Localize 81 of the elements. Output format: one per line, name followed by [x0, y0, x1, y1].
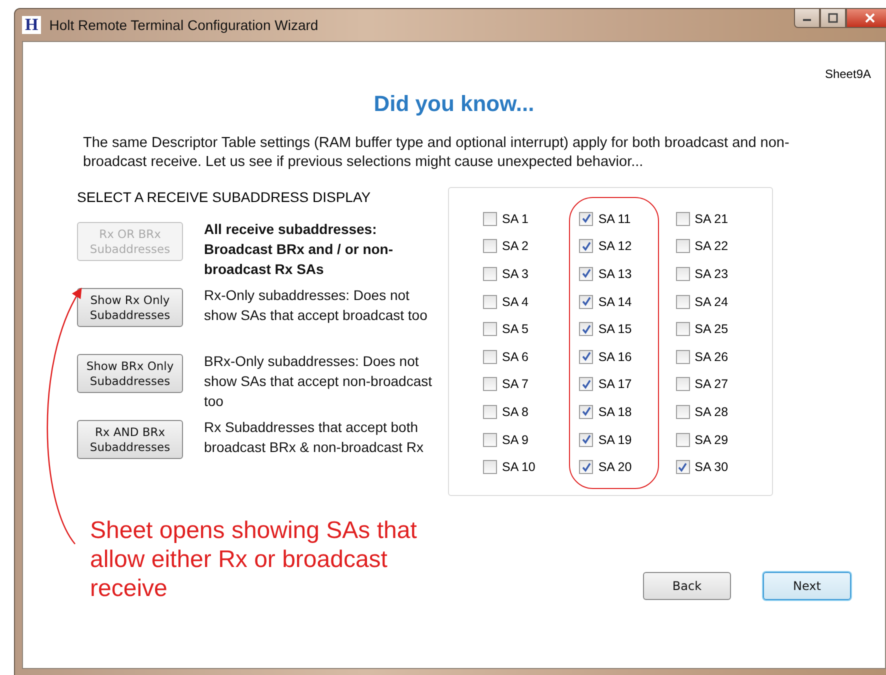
checkbox[interactable] [483, 212, 497, 226]
checkbox-label: SA 13 [598, 266, 632, 281]
maximize-button[interactable] [820, 9, 846, 28]
checkbox-label: SA 1 [502, 212, 528, 226]
checkbox[interactable] [483, 266, 497, 281]
app-logo: H [22, 16, 42, 34]
maximize-icon [827, 13, 839, 23]
option-description: Rx-Only subaddresses: Does not show SAs that accept broadcast too [204, 286, 428, 325]
checkbox-label: SA 22 [694, 239, 728, 254]
checkbox-label: SA 21 [694, 212, 728, 226]
checkbox[interactable] [483, 294, 497, 309]
checkbox-label: SA 8 [502, 404, 528, 419]
checkbox[interactable] [483, 239, 497, 254]
intro-text: The same Descriptor Table settings (RAM buffer type and optional interrupt) apply for both broadcast and non-broadcast receive. Let us see if previous selections might cause unexpected behavior... [83, 134, 790, 172]
option-description: BRx-Only subaddresses: Does not show SAs that accept non-broadcast too [204, 352, 434, 411]
checkbox-label: SA 11 [598, 212, 631, 226]
checkbox[interactable] [676, 404, 690, 419]
option-description: Rx Subaddresses that accept both broadcast BRx & non-broadcast Rx [204, 418, 424, 457]
section-label: SELECT A RECEIVE SUBADDRESS DISPLAY [77, 189, 372, 205]
checkbox-label: SA 15 [598, 322, 632, 336]
nav-button[interactable]: Back [643, 572, 731, 600]
checkbox[interactable] [579, 294, 594, 309]
checkbox[interactable] [676, 239, 690, 254]
checkbox-label: SA 2 [502, 239, 528, 254]
nav-button[interactable]: Next [763, 572, 851, 600]
checkbox-label: SA 24 [694, 294, 728, 309]
checkbox-label: SA 6 [502, 350, 528, 364]
window-title: Holt Remote Terminal Configuration Wizard [49, 17, 318, 33]
checkbox[interactable] [579, 350, 594, 364]
checkbox[interactable] [579, 377, 594, 392]
checkbox-label: SA 25 [694, 322, 728, 336]
checkbox-label: SA 12 [598, 239, 632, 254]
checkbox-label: SA 9 [502, 432, 528, 447]
checkbox[interactable] [483, 322, 497, 336]
checkbox[interactable] [676, 266, 690, 281]
checkbox-label: SA 30 [694, 460, 728, 474]
checkbox-label: SA 18 [598, 404, 632, 419]
checkbox-label: SA 17 [598, 377, 632, 392]
checkbox[interactable] [676, 322, 690, 336]
close-button[interactable] [846, 9, 886, 28]
checkbox[interactable] [579, 432, 594, 447]
checkbox-label: SA 16 [598, 350, 632, 364]
checkbox[interactable] [579, 266, 594, 281]
checkbox-label: SA 26 [694, 350, 728, 364]
checkbox[interactable] [483, 460, 497, 474]
checkbox[interactable] [676, 294, 690, 309]
checkbox-label: SA 19 [598, 432, 632, 447]
display-button[interactable]: Rx AND BRx Subaddresses [77, 420, 183, 459]
checkbox[interactable] [579, 404, 594, 419]
checkbox[interactable] [579, 212, 594, 226]
checkbox-label: SA 23 [694, 266, 728, 281]
checkbox[interactable] [483, 377, 497, 392]
sheet-label: Sheet9A [824, 67, 871, 81]
close-icon [864, 13, 876, 23]
checkbox-label: SA 14 [598, 294, 632, 309]
checkbox[interactable] [579, 322, 594, 336]
minimize-button[interactable] [794, 9, 820, 28]
checkbox-label: SA 3 [502, 266, 528, 281]
annotation-text: Sheet opens showing SAs that allow either Rx or broadcast receive [90, 516, 418, 603]
checkbox[interactable] [676, 350, 690, 364]
checkbox[interactable] [579, 239, 594, 254]
checkbox[interactable] [579, 460, 594, 474]
checkbox-label: SA 4 [502, 294, 528, 309]
checkbox[interactable] [483, 432, 497, 447]
checkbox-label: SA 20 [598, 460, 632, 474]
display-button[interactable]: Show Rx Only Subaddresses [77, 288, 183, 327]
checkbox-label: SA 29 [694, 432, 728, 447]
heading: Did you know... [372, 91, 536, 117]
checkbox-label: SA 5 [502, 322, 528, 336]
checkbox-label: SA 7 [502, 377, 528, 392]
checkbox[interactable] [483, 404, 497, 419]
display-button[interactable]: Show BRx Only Subaddresses [77, 354, 183, 393]
checkbox[interactable] [676, 212, 690, 226]
checkbox[interactable] [676, 377, 690, 392]
checkbox-label: SA 28 [694, 404, 728, 419]
checkbox-label: SA 27 [694, 377, 728, 392]
checkbox[interactable] [676, 460, 690, 474]
option-description: All receive subaddresses: Broadcast BRx and / or non-broadcast Rx SAs [204, 220, 394, 279]
checkbox[interactable] [676, 432, 690, 447]
checkbox-label: SA 10 [502, 460, 536, 474]
checkbox[interactable] [483, 350, 497, 364]
